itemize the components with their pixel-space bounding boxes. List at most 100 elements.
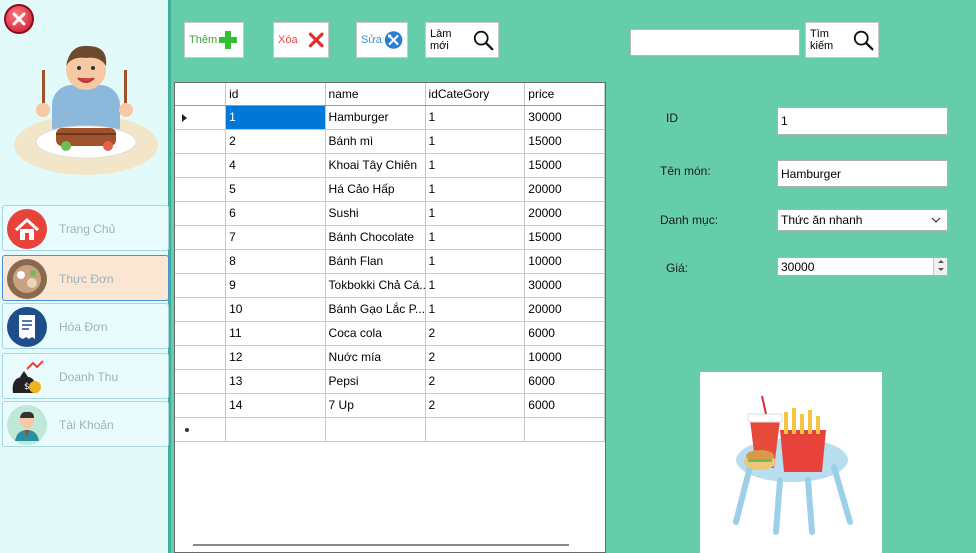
table-row[interactable]: 2 Bánh mì 1 15000 bbox=[175, 129, 605, 154]
cell-name[interactable]: Nuớc mía bbox=[325, 345, 426, 370]
row-header[interactable] bbox=[175, 249, 227, 274]
empty-cell[interactable] bbox=[225, 417, 326, 442]
row-header[interactable] bbox=[175, 369, 227, 394]
cell-price[interactable]: 15000 bbox=[524, 153, 605, 178]
column-header-price[interactable]: price bbox=[524, 83, 605, 106]
cell-category[interactable]: 1 bbox=[425, 297, 526, 322]
cell-category[interactable]: 1 bbox=[425, 129, 526, 154]
table-row[interactable]: 11 Coca cola 2 6000 bbox=[175, 321, 605, 346]
cell-name[interactable]: Bánh Chocolate bbox=[325, 225, 426, 250]
row-header[interactable] bbox=[175, 417, 227, 442]
cell-id[interactable]: 9 bbox=[225, 273, 326, 298]
row-header[interactable] bbox=[175, 105, 227, 130]
column-header-id[interactable]: id bbox=[225, 83, 326, 106]
spin-up-icon[interactable] bbox=[934, 258, 947, 266]
cell-name[interactable]: Bánh mì bbox=[325, 129, 426, 154]
delete-button[interactable]: Xóa bbox=[273, 22, 329, 58]
cell-price[interactable]: 10000 bbox=[524, 345, 605, 370]
cell-price[interactable]: 30000 bbox=[524, 273, 605, 298]
cell-id[interactable]: 12 bbox=[225, 345, 326, 370]
spin-down-icon[interactable] bbox=[934, 266, 947, 274]
cell-name[interactable]: Hamburger bbox=[325, 105, 426, 130]
empty-cell[interactable] bbox=[325, 417, 426, 442]
cell-name[interactable]: Bánh Gạo Lắc P... bbox=[325, 297, 426, 322]
column-header-name[interactable]: name bbox=[325, 83, 426, 106]
table-row[interactable]: 14 7 Up 2 6000 bbox=[175, 393, 605, 418]
cell-name[interactable]: Sushi bbox=[325, 201, 426, 226]
row-header[interactable] bbox=[175, 177, 227, 202]
table-row[interactable]: 10 Bánh Gạo Lắc P... 1 20000 bbox=[175, 297, 605, 322]
empty-cell[interactable] bbox=[425, 417, 526, 442]
cell-price[interactable]: 20000 bbox=[524, 177, 605, 202]
table-row[interactable]: 13 Pepsi 2 6000 bbox=[175, 369, 605, 394]
row-header[interactable] bbox=[175, 129, 227, 154]
cell-id[interactable]: 14 bbox=[225, 393, 326, 418]
cell-id[interactable]: 6 bbox=[225, 201, 326, 226]
cell-price[interactable]: 15000 bbox=[524, 225, 605, 250]
cell-id[interactable]: 13 bbox=[225, 369, 326, 394]
cell-name[interactable]: Bánh Flan bbox=[325, 249, 426, 274]
row-header[interactable] bbox=[175, 345, 227, 370]
empty-cell[interactable] bbox=[524, 417, 605, 442]
add-button[interactable]: Thêm bbox=[184, 22, 244, 58]
table-row[interactable]: 9 Tokbokki Chả Cá... 1 30000 bbox=[175, 273, 605, 298]
price-spin-buttons[interactable] bbox=[933, 258, 947, 275]
sidebar-item-account[interactable]: Tài Khoản bbox=[2, 401, 169, 447]
cell-category[interactable]: 2 bbox=[425, 369, 526, 394]
cell-name[interactable]: Tokbokki Chả Cá... bbox=[325, 273, 426, 298]
search-input[interactable] bbox=[630, 29, 800, 56]
row-header[interactable] bbox=[175, 201, 227, 226]
cell-price[interactable]: 20000 bbox=[524, 201, 605, 226]
cell-id[interactable]: 11 bbox=[225, 321, 326, 346]
table-row[interactable]: 6 Sushi 1 20000 bbox=[175, 201, 605, 226]
cell-name[interactable]: 7 Up bbox=[325, 393, 426, 418]
cell-id[interactable]: 5 bbox=[225, 177, 326, 202]
cell-id[interactable]: 1 bbox=[225, 105, 326, 130]
search-button[interactable]: Tìm kiếm bbox=[805, 22, 879, 58]
row-header[interactable] bbox=[175, 153, 227, 178]
horizontal-scrollbar[interactable] bbox=[193, 544, 569, 546]
sidebar-item-invoice[interactable]: Hóa Đơn bbox=[2, 303, 169, 349]
price-stepper[interactable]: 30000 bbox=[777, 257, 948, 276]
column-header-category[interactable]: idCateGory bbox=[425, 83, 526, 106]
refresh-button[interactable]: Làm mới bbox=[425, 22, 499, 58]
cell-category[interactable]: 1 bbox=[425, 177, 526, 202]
table-row[interactable]: 4 Khoai Tây Chiên 1 15000 bbox=[175, 153, 605, 178]
cell-id[interactable]: 4 bbox=[225, 153, 326, 178]
table-row[interactable]: 1 Hamburger 1 30000 bbox=[175, 105, 605, 130]
cell-price[interactable]: 10000 bbox=[524, 249, 605, 274]
cell-id[interactable]: 8 bbox=[225, 249, 326, 274]
cell-name[interactable]: Khoai Tây Chiên bbox=[325, 153, 426, 178]
sidebar-item-menu[interactable]: Thực Đơn bbox=[2, 255, 169, 301]
cell-price[interactable]: 6000 bbox=[524, 393, 605, 418]
sidebar-item-home[interactable]: Trang Chủ bbox=[2, 205, 169, 251]
cell-category[interactable]: 2 bbox=[425, 393, 526, 418]
cell-category[interactable]: 1 bbox=[425, 201, 526, 226]
food-data-grid[interactable]: id name idCateGory price 1 Hamburger 1 3000… bbox=[174, 82, 606, 553]
table-row[interactable]: 12 Nuớc mía 2 10000 bbox=[175, 345, 605, 370]
cell-category[interactable]: 2 bbox=[425, 345, 526, 370]
row-header[interactable] bbox=[175, 321, 227, 346]
edit-button[interactable]: Sửa bbox=[356, 22, 408, 58]
id-field[interactable]: 1 bbox=[777, 107, 948, 135]
cell-category[interactable]: 1 bbox=[425, 273, 526, 298]
cell-category[interactable]: 2 bbox=[425, 321, 526, 346]
row-header[interactable] bbox=[175, 297, 227, 322]
table-row[interactable]: 5 Há Cảo Hấp 1 20000 bbox=[175, 177, 605, 202]
cell-name[interactable]: Pepsi bbox=[325, 369, 426, 394]
cell-category[interactable]: 1 bbox=[425, 153, 526, 178]
category-select[interactable]: Thức ăn nhanh bbox=[777, 209, 948, 231]
food-name-field[interactable]: Hamburger bbox=[777, 160, 948, 187]
cell-id[interactable]: 10 bbox=[225, 297, 326, 322]
new-row[interactable] bbox=[175, 417, 605, 442]
cell-category[interactable]: 1 bbox=[425, 249, 526, 274]
cell-price[interactable]: 30000 bbox=[524, 105, 605, 130]
cell-price[interactable]: 15000 bbox=[524, 129, 605, 154]
cell-id[interactable]: 7 bbox=[225, 225, 326, 250]
cell-category[interactable]: 1 bbox=[425, 105, 526, 130]
table-row[interactable]: 8 Bánh Flan 1 10000 bbox=[175, 249, 605, 274]
cell-name[interactable]: Há Cảo Hấp bbox=[325, 177, 426, 202]
cell-category[interactable]: 1 bbox=[425, 225, 526, 250]
row-header[interactable] bbox=[175, 393, 227, 418]
cell-price[interactable]: 20000 bbox=[524, 297, 605, 322]
